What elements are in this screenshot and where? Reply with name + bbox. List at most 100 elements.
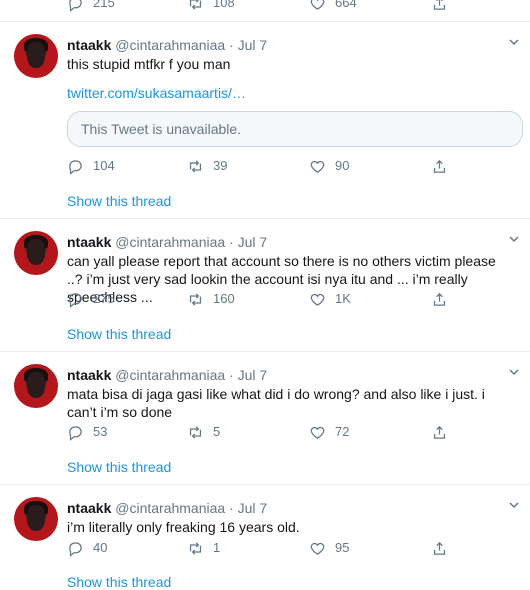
reply-count: 104 [93, 158, 115, 173]
tweet-header: ntaakk @cintarahmaniaa · Jul 7 [67, 233, 267, 251]
tweet-date[interactable]: Jul 7 [238, 37, 268, 53]
chevron-down-icon[interactable] [508, 366, 520, 378]
tweet[interactable]: ntaakk @cintarahmaniaa · Jul 7 this stup… [0, 22, 530, 219]
retweet-button[interactable]: 39 [187, 156, 227, 176]
separator-dot: · [229, 37, 234, 53]
heart-icon [310, 426, 325, 439]
share-button[interactable] [431, 289, 457, 309]
reply-button[interactable]: 215 [67, 0, 115, 13]
display-name[interactable]: ntaakk [67, 37, 111, 53]
tweet[interactable]: ntaakk @cintarahmaniaa · Jul 7 mata bisa… [0, 352, 530, 485]
reply-count: 53 [93, 424, 108, 439]
reply-icon [69, 0, 82, 12]
share-icon [433, 541, 446, 555]
heart-icon [310, 160, 325, 173]
avatar[interactable] [14, 231, 58, 275]
tweet[interactable]: ntaakk @cintarahmaniaa · Jul 7 can yall … [0, 219, 530, 352]
share-icon [433, 425, 446, 439]
retweet-button[interactable]: 160 [187, 289, 235, 309]
heart-icon [310, 293, 325, 306]
reply-button[interactable]: 40 [67, 538, 107, 558]
previous-tweet-actions: 215 108 664 [0, 0, 530, 22]
share-icon [433, 159, 446, 173]
action-bar: 275 160 1K [67, 289, 497, 309]
share-icon [433, 0, 446, 10]
reply-icon [69, 159, 82, 175]
reply-count: 40 [93, 540, 108, 555]
retweet-button[interactable]: 5 [187, 422, 220, 442]
display-name[interactable]: ntaakk [67, 500, 111, 516]
user-handle[interactable]: @cintarahmaniaa [115, 500, 225, 516]
retweet-icon [189, 159, 202, 173]
tweet-date[interactable]: Jul 7 [238, 500, 268, 516]
tweet-header: ntaakk @cintarahmaniaa · Jul 7 [67, 366, 267, 384]
show-thread-link[interactable]: Show this thread [67, 459, 171, 475]
reply-count: 215 [93, 0, 115, 10]
chevron-down-icon[interactable] [508, 36, 520, 48]
action-bar: 215 108 664 [67, 0, 497, 13]
like-count: 72 [335, 424, 350, 439]
tweet-date[interactable]: Jul 7 [238, 367, 268, 383]
heart-icon [310, 542, 325, 555]
reply-icon [69, 425, 82, 441]
chevron-down-icon[interactable] [508, 499, 520, 511]
share-button[interactable] [431, 538, 457, 558]
avatar[interactable] [14, 497, 58, 541]
display-name[interactable]: ntaakk [67, 367, 111, 383]
retweet-icon [189, 292, 202, 306]
retweet-icon [189, 541, 202, 555]
show-thread-link[interactable]: Show this thread [67, 574, 171, 590]
retweet-count: 5 [213, 424, 221, 439]
tweet[interactable]: ntaakk @cintarahmaniaa · Jul 7 i’m liter… [0, 485, 530, 590]
separator-dot: · [229, 500, 234, 516]
like-button[interactable]: 72 [309, 422, 349, 442]
reply-button[interactable]: 53 [67, 422, 107, 442]
tweet-header: ntaakk @cintarahmaniaa · Jul 7 [67, 499, 267, 517]
retweet-count: 108 [213, 0, 235, 10]
heart-icon [310, 0, 325, 10]
action-bar: 53 5 72 [67, 422, 497, 442]
like-count: 664 [335, 0, 357, 10]
reply-button[interactable]: 275 [67, 289, 115, 309]
tweet-header: ntaakk @cintarahmaniaa · Jul 7 [67, 36, 267, 54]
reply-count: 275 [93, 291, 115, 306]
show-thread-link[interactable]: Show this thread [67, 326, 171, 342]
quoted-tweet-unavailable[interactable]: This Tweet is unavailable. [67, 111, 523, 147]
share-button[interactable] [431, 156, 457, 176]
reply-icon [69, 292, 82, 308]
show-thread-link[interactable]: Show this thread [67, 193, 171, 209]
tweet-text: mata bisa di jaga gasi like what did i d… [67, 386, 485, 420]
retweet-count: 39 [213, 158, 228, 173]
share-icon [433, 292, 446, 306]
chevron-down-icon[interactable] [508, 233, 520, 245]
like-count: 1K [335, 291, 351, 306]
user-handle[interactable]: @cintarahmaniaa [115, 37, 225, 53]
like-button[interactable]: 1K [309, 289, 351, 309]
action-bar: 104 39 90 [67, 156, 497, 176]
like-button[interactable]: 95 [309, 538, 349, 558]
user-handle[interactable]: @cintarahmaniaa [115, 367, 225, 383]
tweet-date[interactable]: Jul 7 [238, 234, 268, 250]
tweet-text: i’m literally only freaking 16 years old… [67, 519, 300, 535]
retweet-count: 1 [213, 540, 221, 555]
share-button[interactable] [431, 0, 457, 13]
user-handle[interactable]: @cintarahmaniaa [115, 234, 225, 250]
reply-icon [69, 541, 82, 557]
retweet-button[interactable]: 1 [187, 538, 220, 558]
retweet-icon [189, 425, 202, 439]
retweet-icon [189, 0, 202, 10]
separator-dot: · [229, 234, 234, 250]
tweet-link[interactable]: twitter.com/sukasamaartis/… [67, 85, 246, 101]
like-button[interactable]: 90 [309, 156, 349, 176]
retweet-count: 160 [213, 291, 235, 306]
display-name[interactable]: ntaakk [67, 234, 111, 250]
avatar[interactable] [14, 364, 58, 408]
like-count: 90 [335, 158, 350, 173]
retweet-button[interactable]: 108 [187, 0, 235, 13]
tweet-text: this stupid mtfkr f you man [67, 56, 231, 72]
share-button[interactable] [431, 422, 457, 442]
like-count: 95 [335, 540, 350, 555]
reply-button[interactable]: 104 [67, 156, 115, 176]
avatar[interactable] [14, 34, 58, 78]
like-button[interactable]: 664 [309, 0, 357, 13]
